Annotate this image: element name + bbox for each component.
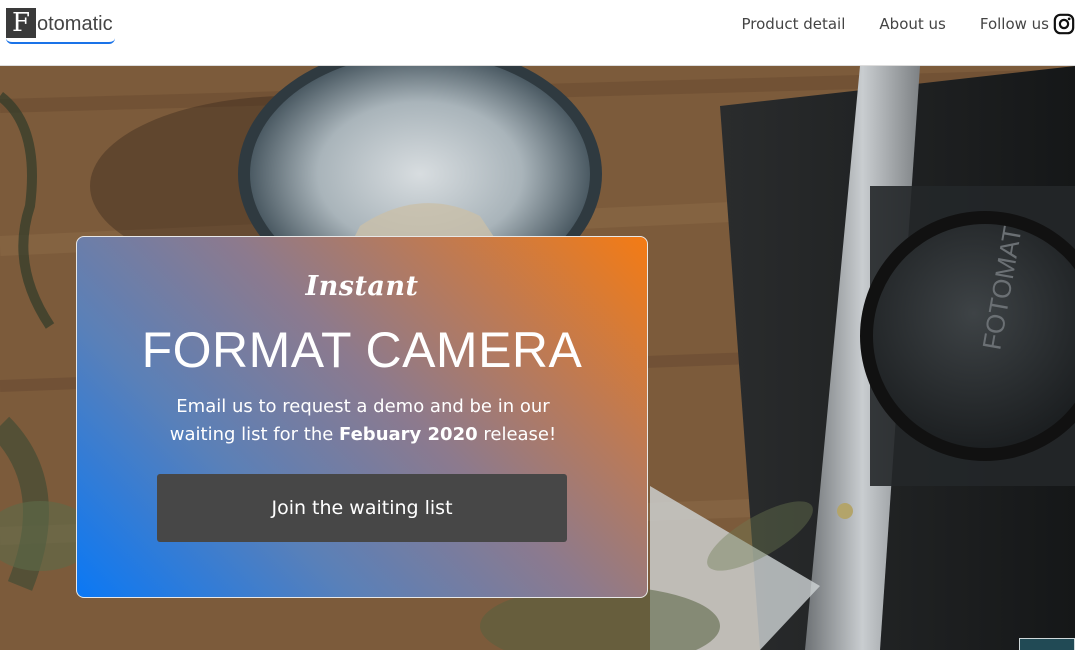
card-description: Email us to request a demo and be in our…: [167, 393, 559, 449]
card-title: FORMAT CAMERA: [141, 322, 583, 378]
logo-text: otomatic: [37, 13, 113, 35]
card-description-end: release!: [477, 424, 557, 445]
logo-mark: F: [6, 8, 36, 38]
corner-widget[interactable]: [1019, 638, 1075, 650]
brand-logo[interactable]: F otomatic: [6, 8, 115, 44]
join-waiting-list-button[interactable]: Join the waiting list: [157, 474, 567, 542]
navbar: F otomatic Product detail About us Follo…: [0, 0, 1075, 66]
nav-link-product-detail[interactable]: Product detail: [742, 15, 846, 33]
instagram-icon: [1053, 13, 1075, 35]
nav-links: Product detail About us Follow us: [708, 0, 1075, 48]
follow-us-label: Follow us: [979, 15, 1049, 33]
nav-link-follow-us[interactable]: Follow us: [980, 13, 1075, 35]
promo-card: Instant FORMAT CAMERA Email us to reques…: [76, 236, 648, 598]
card-kicker: Instant: [305, 271, 419, 302]
nav-link-about-us[interactable]: About us: [879, 15, 945, 33]
release-date: Febuary 2020: [339, 424, 478, 445]
